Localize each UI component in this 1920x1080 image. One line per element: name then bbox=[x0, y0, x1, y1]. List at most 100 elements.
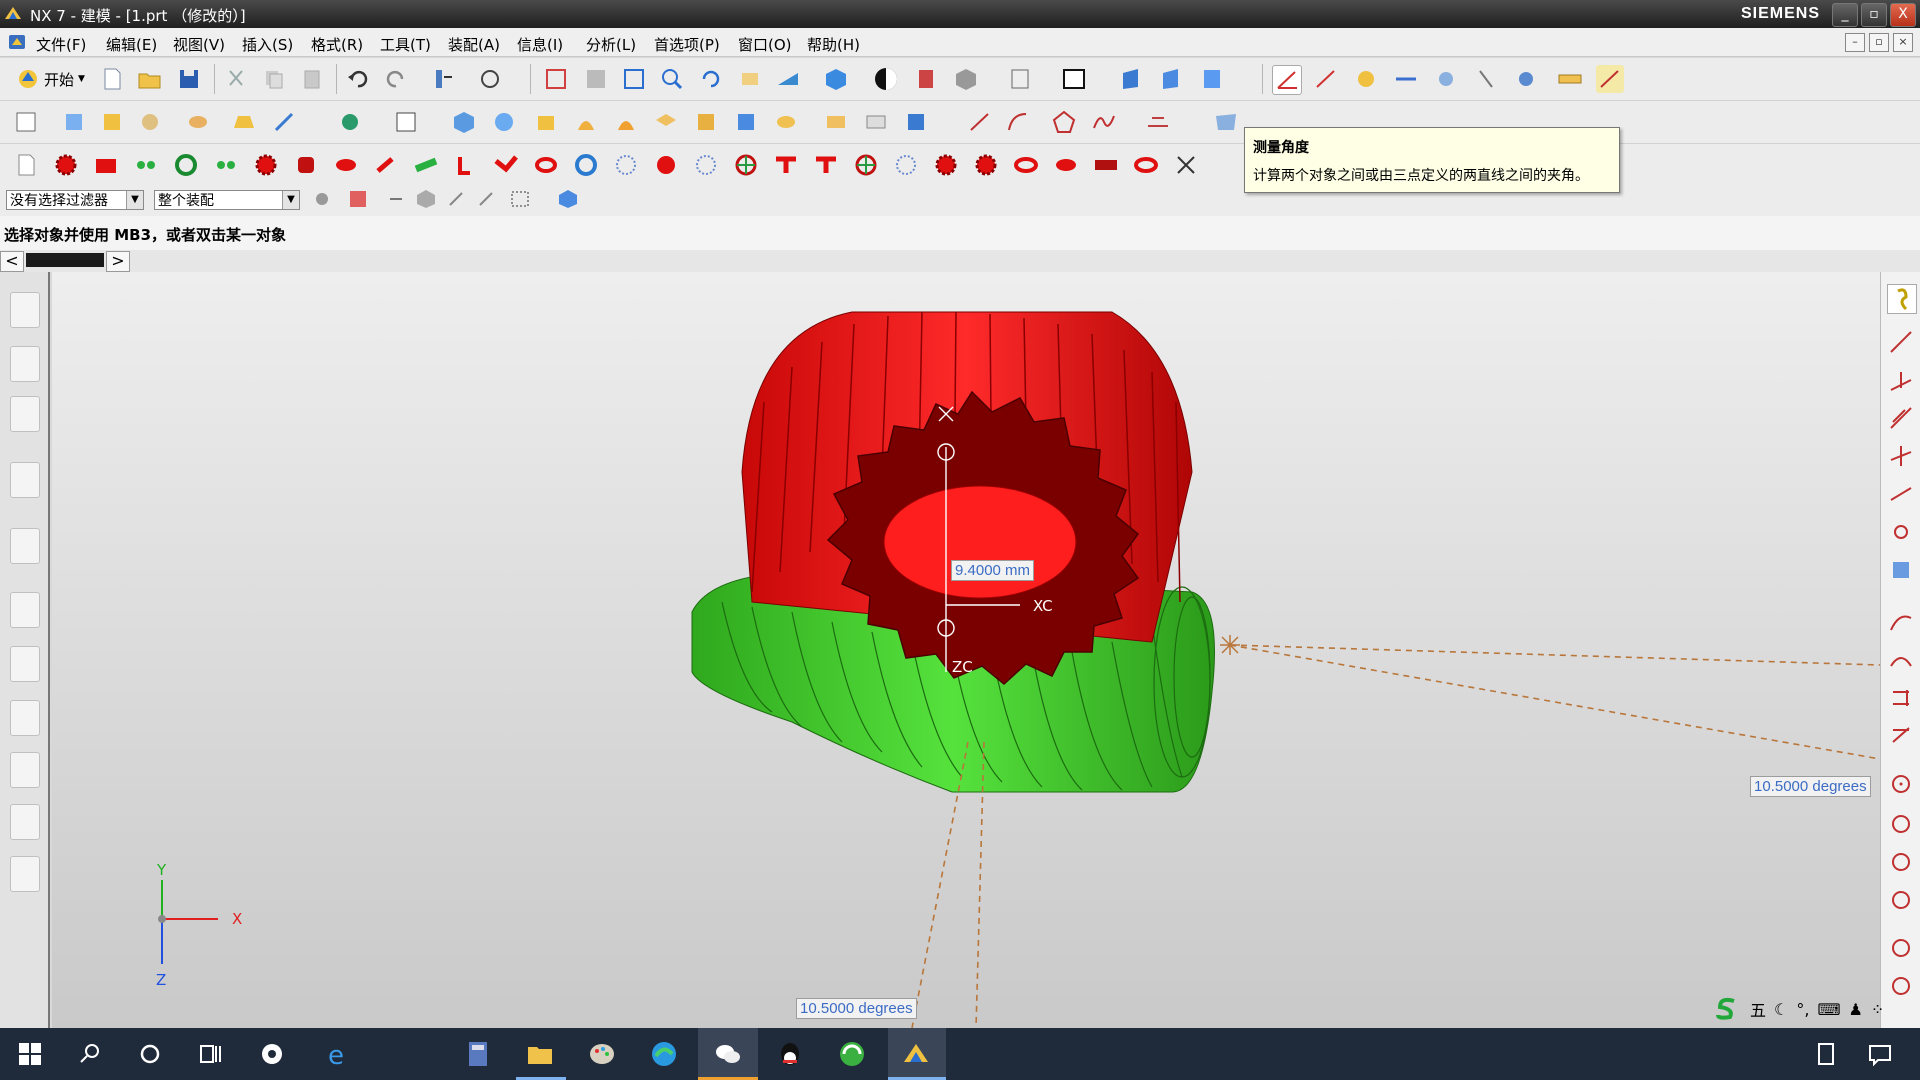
menu-preferences[interactable]: 首选项(P) bbox=[654, 34, 720, 55]
quadrant-point-icon[interactable] bbox=[1887, 518, 1915, 546]
minimize-button[interactable]: _ bbox=[1832, 3, 1858, 27]
sketch-icon[interactable] bbox=[60, 108, 88, 136]
spoked-wheel-2-icon[interactable] bbox=[852, 151, 880, 179]
gear-outline-2-icon[interactable] bbox=[692, 151, 720, 179]
system-materials-icon[interactable] bbox=[10, 646, 40, 682]
assembly-navigator-icon[interactable] bbox=[10, 292, 40, 328]
process-studio-icon[interactable] bbox=[10, 700, 40, 736]
chain-2-icon[interactable] bbox=[1052, 151, 1080, 179]
punctuation-icon[interactable]: °, bbox=[1796, 1000, 1809, 1019]
snap-enable-icon[interactable] bbox=[1887, 284, 1917, 314]
line-icon[interactable] bbox=[966, 108, 994, 136]
pinwheel-app-icon[interactable] bbox=[256, 1038, 288, 1070]
coordinate-system-icon[interactable] bbox=[336, 108, 364, 136]
menu-file[interactable]: 文件(F) bbox=[36, 34, 86, 55]
type-filter-select[interactable]: 没有选择过滤器 ▼ bbox=[6, 190, 144, 210]
shaft-gear-icon[interactable] bbox=[452, 151, 480, 179]
ring-gear-icon[interactable] bbox=[172, 151, 200, 179]
gear-t2-icon[interactable] bbox=[812, 151, 840, 179]
pattern-icon[interactable] bbox=[902, 108, 930, 136]
task-view-icon[interactable] bbox=[194, 1038, 226, 1070]
web-browser-icon[interactable] bbox=[10, 528, 40, 564]
close-button[interactable]: X bbox=[1890, 3, 1916, 27]
user-icon[interactable]: ♟ bbox=[1849, 1000, 1863, 1019]
cylinder-icon[interactable] bbox=[490, 108, 518, 136]
menu-analysis[interactable]: 分析(L) bbox=[586, 34, 636, 55]
part-navigator-icon[interactable] bbox=[12, 108, 40, 136]
existing-point-icon[interactable] bbox=[1887, 556, 1915, 584]
sprocket-icon[interactable] bbox=[932, 151, 960, 179]
ruler-icon[interactable] bbox=[1556, 65, 1584, 93]
sprocket-2-icon[interactable] bbox=[972, 151, 1000, 179]
prev-tab-button[interactable]: < bbox=[0, 251, 24, 272]
cross-tool-icon[interactable] bbox=[1172, 151, 1200, 179]
menu-format[interactable]: 格式(R) bbox=[311, 34, 363, 55]
doc-restore-button[interactable]: ▫ bbox=[1869, 33, 1889, 52]
select-body-icon[interactable] bbox=[414, 187, 438, 211]
bearing-icon[interactable] bbox=[572, 151, 600, 179]
graphics-window[interactable]: XC ZC X Y Z 9.4000 mm 10.5000 degrees 10… bbox=[52, 272, 1880, 1028]
view-cut-icon[interactable] bbox=[1158, 65, 1186, 93]
circle-tangent-icon[interactable] bbox=[1887, 886, 1915, 914]
history-icon[interactable] bbox=[10, 592, 40, 628]
unite-icon[interactable] bbox=[612, 108, 640, 136]
wireframe-icon[interactable] bbox=[952, 65, 980, 93]
angle-measure-label-right[interactable]: 10.5000 degrees bbox=[1750, 776, 1871, 797]
menu-information[interactable]: 信息(I) bbox=[517, 34, 563, 55]
constraint-navigator-icon[interactable] bbox=[10, 346, 40, 382]
filter-settings-icon[interactable] bbox=[310, 187, 334, 211]
gear-edit-icon[interactable] bbox=[492, 151, 520, 179]
rotate-icon[interactable] bbox=[697, 65, 725, 93]
revolve-icon[interactable] bbox=[136, 108, 164, 136]
copy-icon[interactable] bbox=[260, 65, 288, 93]
perspective-icon[interactable] bbox=[774, 65, 802, 93]
end-point-icon[interactable] bbox=[1887, 328, 1915, 356]
undo-selection-icon[interactable] bbox=[384, 187, 408, 211]
menu-assembly[interactable]: 装配(A) bbox=[448, 34, 500, 55]
gear-outline-icon[interactable] bbox=[612, 151, 640, 179]
edge-blend-icon[interactable] bbox=[732, 108, 760, 136]
shaded-edges-icon[interactable] bbox=[912, 65, 940, 93]
chain-icon[interactable] bbox=[1012, 151, 1040, 179]
menu-window[interactable]: 窗口(O) bbox=[738, 34, 792, 55]
datum-axis-icon[interactable] bbox=[270, 108, 298, 136]
spur-gear-icon[interactable] bbox=[52, 151, 80, 179]
wechat-icon[interactable] bbox=[712, 1038, 744, 1070]
measure-body-icon[interactable] bbox=[1352, 65, 1380, 93]
ime-mode[interactable]: 五 bbox=[1750, 997, 1766, 1021]
edge-browser-icon[interactable] bbox=[648, 1038, 680, 1070]
app-menu-icon[interactable] bbox=[8, 33, 26, 51]
datum-plane-icon[interactable] bbox=[230, 108, 258, 136]
doc-close-button[interactable]: × bbox=[1893, 33, 1913, 52]
file-explorer-icon[interactable] bbox=[524, 1038, 556, 1070]
zoom-in-out-icon[interactable] bbox=[658, 65, 686, 93]
point-icon[interactable] bbox=[392, 108, 420, 136]
intersect-icon[interactable] bbox=[692, 108, 720, 136]
calculator-icon[interactable] bbox=[462, 1038, 494, 1070]
view-section-icon[interactable] bbox=[1118, 65, 1146, 93]
point-on-curve-icon[interactable] bbox=[1887, 608, 1915, 636]
new-doc-icon[interactable] bbox=[12, 151, 40, 179]
menu-insert[interactable]: 插入(S) bbox=[242, 34, 293, 55]
360-browser-icon[interactable] bbox=[836, 1038, 868, 1070]
tangent-point-icon[interactable] bbox=[1887, 722, 1915, 750]
fit-view-icon[interactable] bbox=[542, 65, 570, 93]
menu-view[interactable]: 视图(V) bbox=[173, 34, 225, 55]
measure-length-icon[interactable] bbox=[1392, 65, 1420, 93]
search-icon[interactable] bbox=[74, 1038, 106, 1070]
intersection-icon[interactable] bbox=[1887, 442, 1915, 470]
rectangle-select-icon[interactable] bbox=[508, 187, 532, 211]
part-navigator-icon[interactable] bbox=[10, 396, 40, 432]
select-solid-icon[interactable] bbox=[556, 187, 580, 211]
reuse-library-icon[interactable] bbox=[10, 462, 40, 498]
save-icon[interactable] bbox=[175, 65, 203, 93]
zoom-icon[interactable] bbox=[620, 65, 648, 93]
planet-gears-icon[interactable] bbox=[212, 151, 240, 179]
helical-gear-icon[interactable] bbox=[252, 151, 280, 179]
belt-icon[interactable] bbox=[1092, 151, 1120, 179]
background-icon[interactable] bbox=[1060, 65, 1088, 93]
chamfer-icon[interactable] bbox=[772, 108, 800, 136]
shell-icon[interactable] bbox=[822, 108, 850, 136]
worm-shaft-icon[interactable] bbox=[412, 151, 440, 179]
system-scene-icon[interactable] bbox=[10, 856, 40, 892]
